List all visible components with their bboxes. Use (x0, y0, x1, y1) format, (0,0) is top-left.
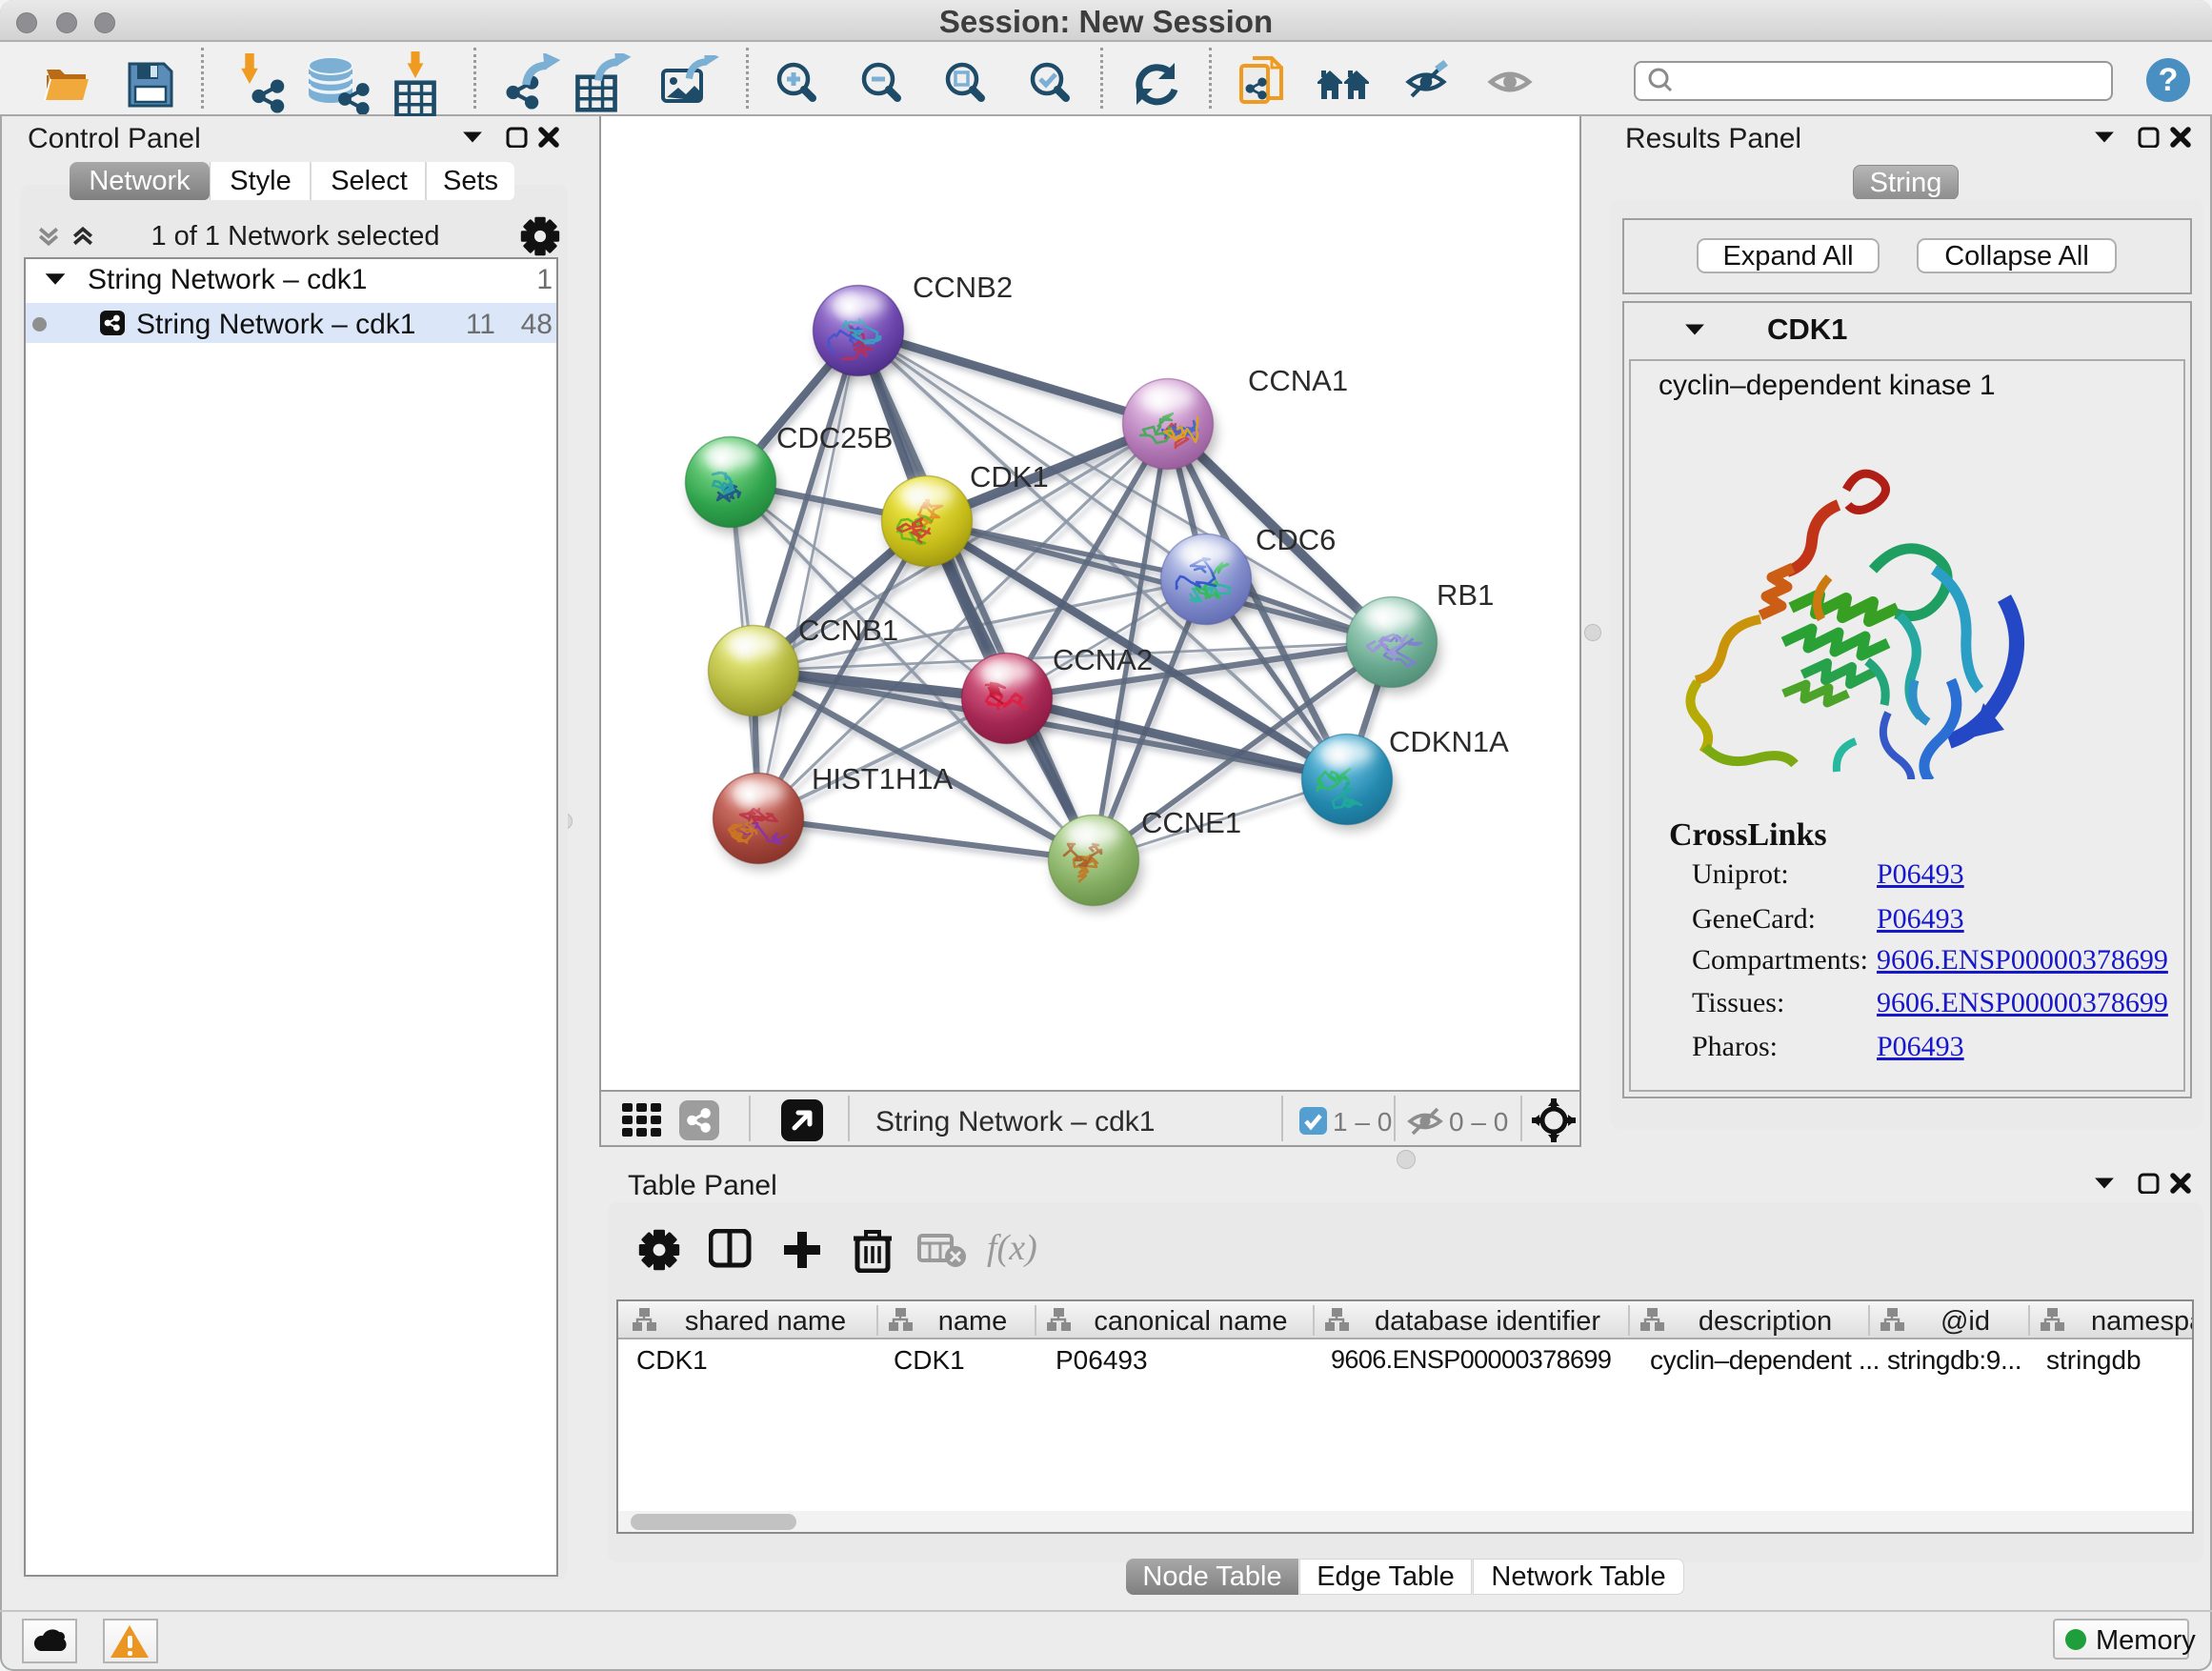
svg-text:CDC25B: CDC25B (776, 421, 893, 454)
svg-text:CCNE1: CCNE1 (1141, 806, 1241, 839)
svg-text:CCNA2: CCNA2 (1053, 643, 1153, 676)
svg-text:CDKN1A: CDKN1A (1389, 725, 1509, 758)
svg-text:RB1: RB1 (1437, 578, 1494, 612)
svg-text:CDK1: CDK1 (970, 460, 1049, 493)
svg-text:CCNB2: CCNB2 (913, 271, 1013, 304)
svg-text:CDC6: CDC6 (1256, 523, 1336, 556)
svg-text:HIST1H1A: HIST1H1A (812, 762, 953, 795)
svg-text:CCNA1: CCNA1 (1248, 364, 1348, 397)
svg-text:CCNB1: CCNB1 (798, 614, 898, 647)
